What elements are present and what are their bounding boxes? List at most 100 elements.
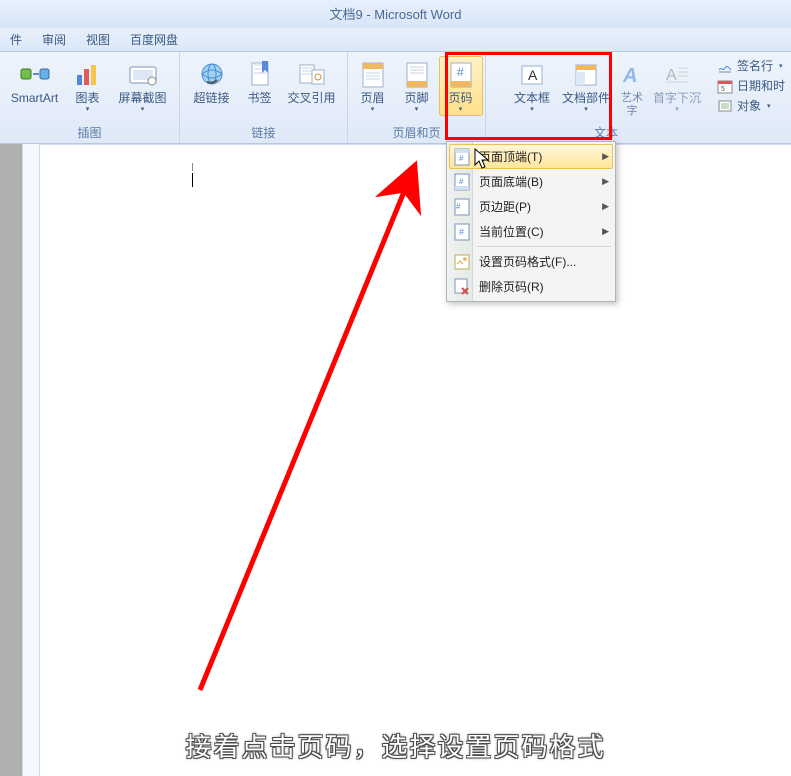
svg-text:#: # bbox=[459, 177, 464, 186]
bookmark-label: 书签 bbox=[247, 92, 271, 105]
pagenumber-dropdown: # 页面顶端(T) ▶ # 页面底端(B) ▶ # 页边距(P) ▶ # 当前位… bbox=[446, 141, 616, 302]
header-button[interactable]: 页眉 ▾ bbox=[351, 56, 395, 116]
crossref-button[interactable]: 交叉引用 bbox=[282, 56, 342, 108]
menu-page-top[interactable]: # 页面顶端(T) ▶ bbox=[449, 144, 613, 169]
chevron-down-icon: ▾ bbox=[530, 105, 534, 113]
screenshot-button[interactable]: 屏幕截图 ▾ bbox=[111, 56, 175, 116]
header-label: 页眉 bbox=[360, 92, 384, 105]
textbox-button[interactable]: A 文本框 ▾ bbox=[507, 56, 557, 116]
menu-page-margins-label: 页边距(P) bbox=[479, 198, 594, 215]
menu-page-bottom[interactable]: # 页面底端(B) ▶ bbox=[449, 169, 613, 194]
tab-view[interactable]: 视图 bbox=[76, 27, 120, 52]
pagenumber-button[interactable]: # 页码 ▾ bbox=[439, 56, 483, 116]
header-icon bbox=[357, 59, 389, 91]
group-links-label: 链接 bbox=[180, 124, 347, 141]
screenshot-label: 屏幕截图 bbox=[118, 92, 166, 105]
menu-current-position-label: 当前位置(C) bbox=[479, 223, 594, 240]
chevron-down-icon: ▾ bbox=[371, 105, 375, 113]
quickparts-icon bbox=[570, 59, 602, 91]
chevron-down-icon: ▾ bbox=[675, 105, 679, 113]
group-illustrations: SmartArt 图表 ▾ 屏幕截图 ▾ 插图 bbox=[0, 52, 180, 143]
chevron-down-icon: ▾ bbox=[415, 105, 419, 113]
datetime-label: 日期和时 bbox=[737, 77, 785, 94]
svg-text:#: # bbox=[457, 65, 464, 79]
footer-label: 页脚 bbox=[404, 92, 428, 105]
object-button[interactable]: 对象▾ bbox=[715, 96, 787, 115]
text-cursor bbox=[186, 163, 198, 179]
chart-label: 图表 bbox=[75, 92, 99, 105]
chart-icon bbox=[72, 59, 104, 91]
tab-baidu[interactable]: 百度网盘 bbox=[120, 27, 188, 52]
bookmark-button[interactable]: 书签 bbox=[238, 56, 282, 108]
dropcap-button[interactable]: A 首字下沉 ▾ bbox=[649, 56, 705, 116]
submenu-arrow-icon: ▶ bbox=[602, 201, 609, 212]
ribbon-tabbar: 件 审阅 视图 百度网盘 bbox=[0, 28, 791, 52]
smartart-label: SmartArt bbox=[11, 92, 58, 105]
svg-text:A: A bbox=[622, 65, 637, 87]
vertical-ruler[interactable] bbox=[22, 144, 40, 776]
bookmark-icon bbox=[244, 59, 276, 91]
svg-text:#: # bbox=[459, 154, 464, 163]
left-gutter bbox=[0, 144, 22, 776]
submenu-arrow-icon: ▶ bbox=[602, 151, 609, 162]
annotation-caption: 接着点击页码，选择设置页码格式 bbox=[0, 727, 791, 764]
svg-text:A: A bbox=[528, 67, 538, 83]
quickparts-label: 文档部件 bbox=[562, 92, 610, 105]
svg-text:#: # bbox=[459, 227, 464, 237]
wordart-icon: A bbox=[616, 59, 648, 91]
signature-line-button[interactable]: 签名行▾ bbox=[715, 56, 787, 75]
current-position-icon: # bbox=[453, 223, 471, 241]
svg-text:A: A bbox=[666, 67, 677, 84]
textbox-icon: A bbox=[516, 59, 548, 91]
crossref-label: 交叉引用 bbox=[287, 92, 335, 105]
wordart-label: 艺术字 bbox=[618, 92, 646, 118]
menu-format-pagenumber[interactable]: 设置页码格式(F)... bbox=[449, 249, 613, 274]
chart-button[interactable]: 图表 ▾ bbox=[65, 56, 111, 116]
dropcap-icon: A bbox=[661, 59, 693, 91]
wordart-button[interactable]: A 艺术字 bbox=[615, 56, 649, 121]
page-margins-icon: # bbox=[453, 198, 471, 216]
object-label: 对象 bbox=[737, 97, 761, 114]
window-title: 文档9 - Microsoft Word bbox=[330, 7, 462, 22]
menu-remove-label: 删除页码(R) bbox=[479, 278, 609, 295]
crossref-icon bbox=[296, 59, 328, 91]
svg-text:#: # bbox=[456, 202, 461, 211]
textbox-label: 文本框 bbox=[514, 92, 550, 105]
pagenumber-icon: # bbox=[445, 59, 477, 91]
hyperlink-icon bbox=[196, 59, 228, 91]
menu-separator bbox=[477, 246, 611, 247]
signature-icon bbox=[717, 58, 733, 74]
group-text-label: 文本 bbox=[486, 124, 726, 141]
menu-current-position[interactable]: # 当前位置(C) ▶ bbox=[449, 219, 613, 244]
page-top-icon: # bbox=[453, 148, 471, 166]
footer-icon bbox=[401, 59, 433, 91]
chevron-down-icon: ▾ bbox=[584, 105, 588, 113]
tab-review[interactable]: 审阅 bbox=[32, 27, 76, 52]
chevron-down-icon: ▾ bbox=[86, 105, 90, 113]
chevron-down-icon: ▾ bbox=[141, 105, 145, 113]
footer-button[interactable]: 页脚 ▾ bbox=[395, 56, 439, 116]
screenshot-icon bbox=[127, 59, 159, 91]
hyperlink-button[interactable]: 超链接 bbox=[186, 56, 238, 108]
smartart-button[interactable]: SmartArt bbox=[5, 56, 65, 108]
ribbon: SmartArt 图表 ▾ 屏幕截图 ▾ 插图 bbox=[0, 52, 791, 144]
group-header-footer: 页眉 ▾ 页脚 ▾ # 页码 ▾ 页眉和页 bbox=[348, 52, 486, 143]
group-hf-label: 页眉和页 bbox=[348, 124, 485, 141]
menu-page-margins[interactable]: # 页边距(P) ▶ bbox=[449, 194, 613, 219]
tab-partial[interactable]: 件 bbox=[0, 27, 32, 52]
pagenumber-label: 页码 bbox=[448, 92, 472, 105]
document-page[interactable] bbox=[40, 144, 791, 776]
remove-pagenumber-icon bbox=[453, 278, 471, 296]
menu-page-top-label: 页面顶端(T) bbox=[479, 148, 594, 165]
quickparts-button[interactable]: 文档部件 ▾ bbox=[557, 56, 615, 116]
document-area bbox=[0, 144, 791, 776]
smartart-icon bbox=[19, 59, 51, 91]
chevron-down-icon: ▾ bbox=[459, 105, 463, 113]
menu-remove-pagenumber[interactable]: 删除页码(R) bbox=[449, 274, 613, 299]
datetime-button[interactable]: 5 日期和时 bbox=[715, 76, 787, 95]
format-pagenumber-icon bbox=[453, 253, 471, 271]
datetime-icon: 5 bbox=[717, 78, 733, 94]
submenu-arrow-icon: ▶ bbox=[602, 226, 609, 237]
window-titlebar: 文档9 - Microsoft Word bbox=[0, 0, 791, 28]
group-text: A 文本框 ▾ 文档部件 ▾ A 艺术字 A bbox=[486, 52, 726, 143]
